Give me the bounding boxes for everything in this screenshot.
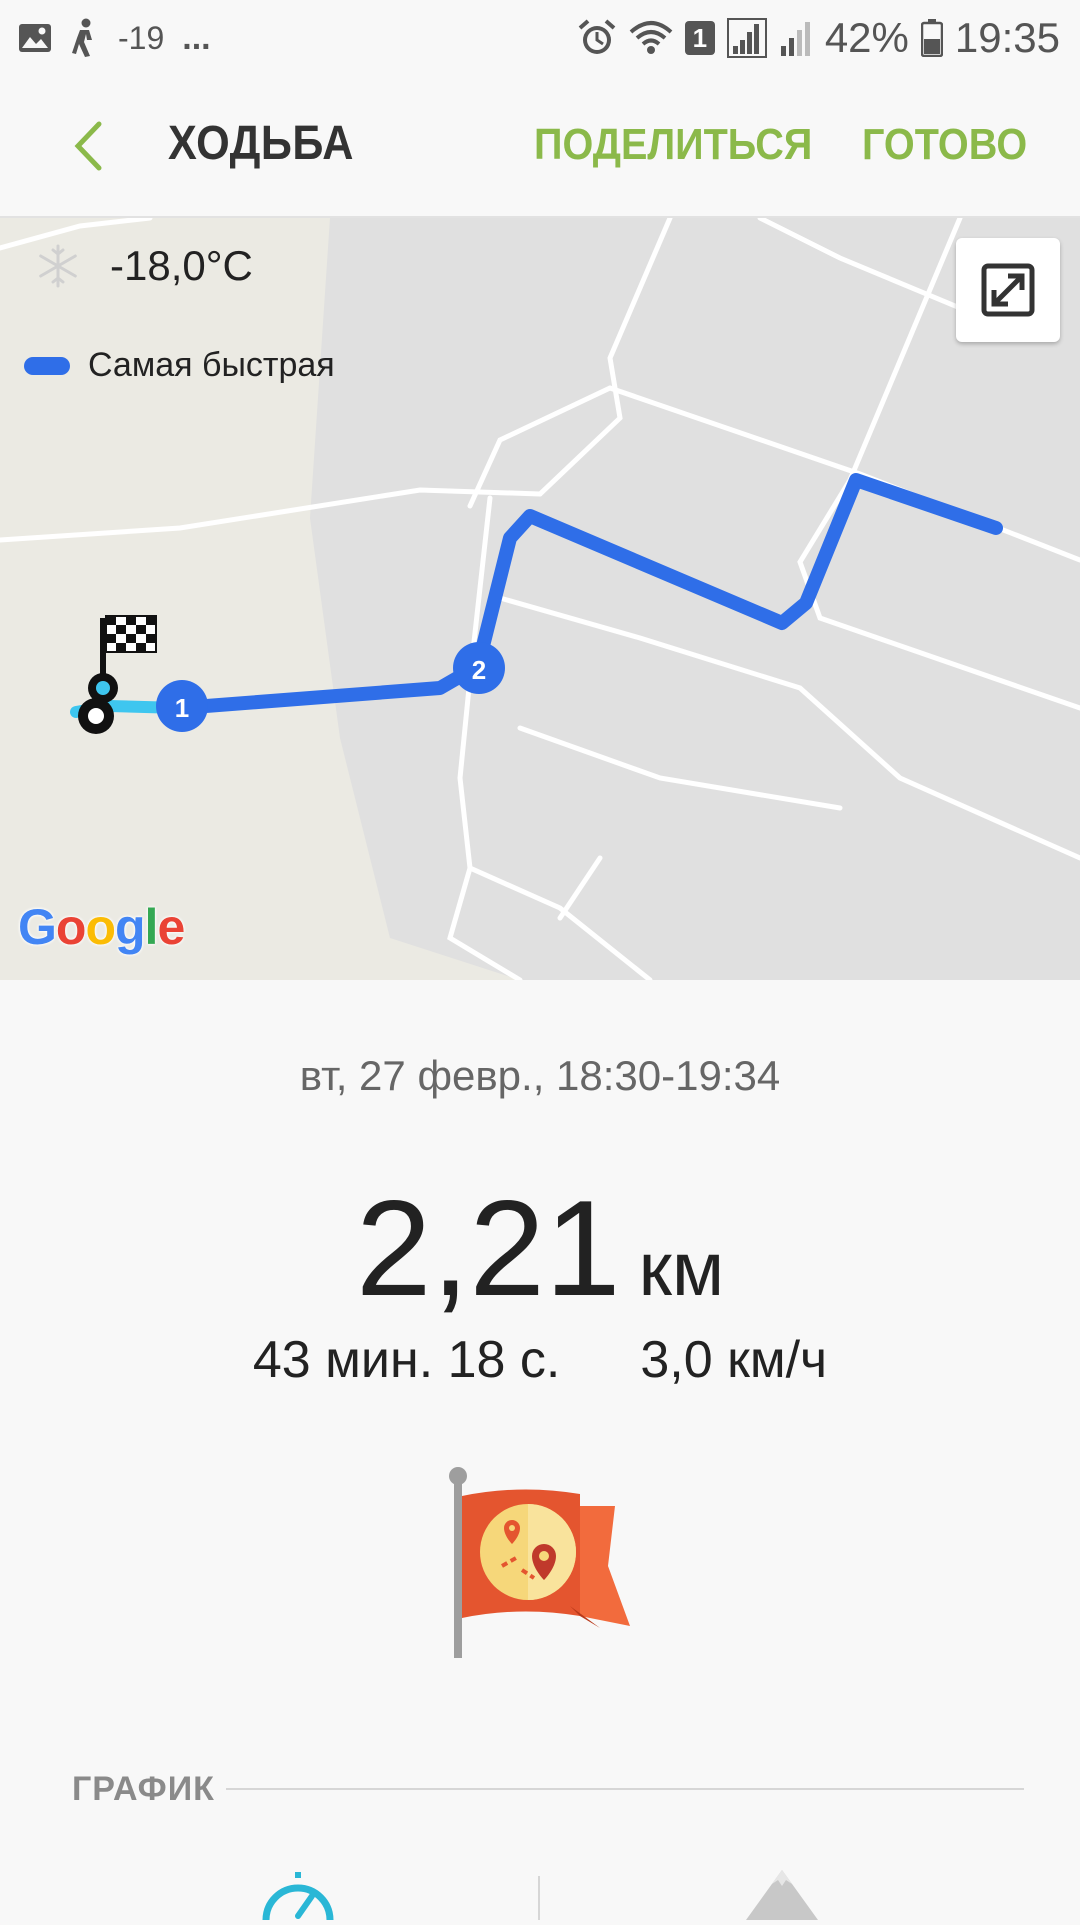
workout-avg-speed: 3,0 км/ч [640,1331,828,1389]
snowflake-icon [39,244,77,288]
route-marker-1[interactable]: 1 [156,680,208,732]
map-legend: Самая быстрая [24,346,335,385]
sim-badge: 1 [684,21,715,55]
elevation-chart-tab[interactable] [742,1866,822,1920]
workout-date: вт, 27 февр., 18:30-19:34 [299,1052,781,1099]
distance-unit: км [638,1227,725,1312]
app-bar: ХОДЬБА ПОДЕЛИТЬСЯ ГОТОВО [0,76,1080,218]
distance-value: 2,21 [355,1172,621,1324]
route-marker-2[interactable]: 2 [453,642,505,694]
wifi-icon [629,20,673,56]
workout-stats: 43 мин. 18 с. 3,0 км/ч [0,1330,1080,1390]
chart-section-title: ГРАФИК [72,1770,215,1808]
battery-percent: 42% [824,14,909,61]
chevron-left-icon [74,121,102,171]
share-button[interactable]: ПОДЕЛИТЬСЯ [534,120,812,170]
google-logo: Google [18,899,185,955]
map-canvas[interactable]: 1 2 [0,218,1080,980]
done-button[interactable]: ГОТОВО [862,120,1027,170]
status-more: ... [182,18,211,57]
achievement-flag-icon[interactable] [440,1466,640,1662]
walking-person-icon [70,18,100,58]
weather-info: -18,0°C [36,242,253,290]
legend-swatch [24,356,70,375]
page-title: ХОДЬБА [168,117,354,170]
section-divider [226,1788,1024,1790]
expand-map-button[interactable] [956,238,1060,342]
speedometer-icon [262,1872,334,1921]
battery-icon [920,19,943,57]
mountain-icon [746,1870,818,1920]
expand-icon [981,263,1035,317]
signal-icon [726,18,767,58]
status-time: 19:35 [954,14,1060,61]
route-map[interactable]: 1 2 -18,0°C Самая быстрая Google [0,218,1080,980]
finish-flag-icon [88,615,157,703]
tabs-divider [538,1876,540,1920]
workout-duration: 43 мин. 18 с. [252,1331,561,1389]
workout-distance: 2,21 км [0,1170,1080,1326]
weather-temperature: -18,0°C [110,242,253,289]
route-marker-1-label: 1 [175,693,189,723]
start-point-icon [78,698,114,734]
legend-label: Самая быстрая [88,346,335,384]
route-marker-2-label: 2 [472,655,486,685]
speed-chart-tab[interactable] [258,1868,338,1921]
status-bar: -19 ... 1 42% 19:35 [0,0,1080,76]
back-button[interactable] [58,116,118,176]
gallery-icon [18,23,52,53]
alarm-icon [577,18,617,58]
status-temperature: -19 [118,19,165,56]
signal-2-icon [779,18,813,58]
